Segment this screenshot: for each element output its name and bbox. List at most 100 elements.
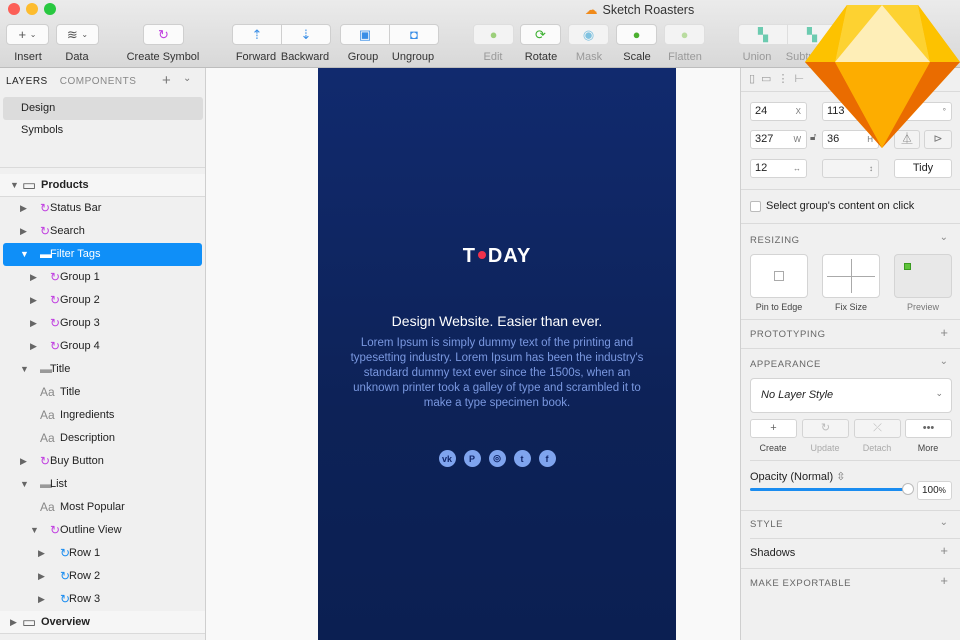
- artboard-icon: ▭: [22, 177, 37, 194]
- layer-row[interactable]: ▶ ↻ Row 2: [0, 565, 205, 588]
- data-button[interactable]: ≋ ⌄: [56, 24, 99, 45]
- disclosure-collapsed-icon[interactable]: ▶: [10, 611, 17, 634]
- page-symbols[interactable]: Symbols: [3, 119, 203, 142]
- disclosure-collapsed-icon[interactable]: ▶: [20, 220, 27, 243]
- tab-components[interactable]: COMPONENTS: [60, 76, 137, 87]
- vertical-spacing-field[interactable]: ↕: [822, 159, 879, 178]
- pin-to-edge-control[interactable]: [750, 254, 808, 298]
- width-field[interactable]: 327 W: [750, 130, 807, 149]
- edit-button[interactable]: ●: [473, 24, 514, 45]
- disclosure-expanded-icon[interactable]: ▼: [20, 243, 29, 266]
- pinterest-icon[interactable]: P: [463, 450, 481, 467]
- data-label: Data: [65, 51, 89, 63]
- add-export-icon[interactable]: +: [940, 573, 948, 588]
- add-page-icon[interactable]: +: [162, 72, 171, 89]
- artboard-products[interactable]: T DAY Design Website. Easier than ever. L…: [318, 68, 676, 640]
- chevron-down-icon[interactable]: ⌄: [940, 232, 948, 243]
- group-button[interactable]: ▣: [340, 24, 390, 45]
- tidy-button[interactable]: Tidy: [894, 159, 952, 178]
- create-style-button[interactable]: +: [750, 419, 797, 438]
- disclosure-collapsed-icon[interactable]: ▶: [38, 588, 45, 611]
- opacity-blend-selector[interactable]: Opacity (Normal) ⇳: [750, 470, 845, 483]
- symbol-icon: ↻: [50, 523, 61, 537]
- add-prototyping-icon[interactable]: +: [940, 325, 948, 340]
- disclosure-expanded-icon[interactable]: ▼: [10, 174, 19, 197]
- layer-row[interactable]: ▶ ↻ Group 2: [0, 289, 205, 312]
- layer-row[interactable]: ▼ ▬ Filter Tags: [3, 243, 202, 266]
- scale-button[interactable]: ●: [616, 24, 657, 45]
- disclosure-expanded-icon[interactable]: ▼: [20, 358, 29, 381]
- x-field[interactable]: 24 X: [750, 102, 807, 121]
- page-design[interactable]: Design: [3, 97, 203, 120]
- disclosure-collapsed-icon[interactable]: ▶: [38, 542, 45, 565]
- minimize-window-button[interactable]: [26, 3, 38, 15]
- disclosure-expanded-icon[interactable]: ▼: [20, 473, 29, 496]
- layer-row[interactable]: ▼ ▬ Title: [0, 358, 205, 381]
- disclosure-collapsed-icon[interactable]: ▶: [38, 565, 45, 588]
- opacity-slider[interactable]: [750, 483, 914, 495]
- more-icon: •••: [922, 422, 935, 434]
- layer-row[interactable]: ▶ ▭ Overview: [0, 611, 205, 634]
- layer-row[interactable]: ▶ ↻ Search: [0, 220, 205, 243]
- disclosure-collapsed-icon[interactable]: ▶: [30, 312, 37, 335]
- layer-row[interactable]: ▶ ↻ Status Bar: [0, 197, 205, 220]
- more-style-button[interactable]: •••: [905, 419, 952, 438]
- logo-text-left: T: [462, 245, 476, 267]
- rotate-button[interactable]: ⟳: [520, 24, 561, 45]
- symbol-icon: ↻: [40, 224, 51, 238]
- chevron-down-icon[interactable]: ⌄: [940, 517, 948, 528]
- layer-row[interactable]: ▼ ▭ Products: [0, 174, 205, 197]
- layer-style-dropdown[interactable]: No Layer Style ⌄: [750, 378, 952, 413]
- layer-row[interactable]: ▶ ↻ Group 1: [0, 266, 205, 289]
- select-group-content-checkbox[interactable]: [750, 201, 761, 212]
- layer-row[interactable]: ▶ ↻ Row 3: [0, 588, 205, 611]
- disclosure-expanded-icon[interactable]: ▼: [30, 519, 39, 542]
- facebook-icon[interactable]: f: [538, 450, 556, 467]
- mask-button[interactable]: ◉: [568, 24, 609, 45]
- text-layer-icon: Aa: [40, 408, 55, 422]
- disclosure-collapsed-icon[interactable]: ▶: [20, 450, 27, 473]
- tab-layers[interactable]: LAYERS: [6, 76, 48, 87]
- spacing-field[interactable]: 12 ↔: [750, 159, 807, 178]
- instagram-icon[interactable]: ◎: [488, 450, 506, 467]
- disclosure-collapsed-icon[interactable]: ▶: [30, 266, 37, 289]
- detach-style-button[interactable]: ⤫: [854, 419, 901, 438]
- layer-row[interactable]: Aa Ingredients: [0, 404, 205, 427]
- edit-label: Edit: [483, 51, 503, 63]
- layer-name: Buy Button: [50, 455, 104, 467]
- layer-row[interactable]: ▶ ↻ Row 1: [0, 542, 205, 565]
- chevron-down-icon[interactable]: ⌄: [183, 73, 191, 84]
- add-shadow-icon[interactable]: +: [940, 543, 948, 558]
- union-button[interactable]: ▚: [738, 24, 788, 45]
- layer-row[interactable]: ▶ ↻ Group 3: [0, 312, 205, 335]
- update-style-button[interactable]: ↻: [802, 419, 849, 438]
- fix-size-control[interactable]: [822, 254, 880, 298]
- layer-row[interactable]: ▶ ↻ Group 4: [0, 335, 205, 358]
- align-icon[interactable]: ▯▭⋮⊢: [749, 73, 810, 85]
- layer-row[interactable]: Aa Most Popular: [0, 496, 205, 519]
- opacity-slider-knob[interactable]: [902, 483, 914, 495]
- ungroup-button[interactable]: ◘: [389, 24, 439, 45]
- layer-name: Description: [60, 432, 116, 444]
- layer-row[interactable]: Aa Description: [0, 427, 205, 450]
- disclosure-collapsed-icon[interactable]: ▶: [30, 289, 37, 312]
- chevron-down-icon[interactable]: ⌄: [940, 356, 948, 367]
- text-layer-icon: Aa: [40, 500, 55, 514]
- close-window-button[interactable]: [8, 3, 20, 15]
- zoom-window-button[interactable]: [44, 3, 56, 15]
- layer-row[interactable]: ▶ ↻ Buy Button: [0, 450, 205, 473]
- twitter-icon[interactable]: t: [513, 450, 531, 467]
- divider: [741, 510, 960, 511]
- disclosure-collapsed-icon[interactable]: ▶: [20, 197, 27, 220]
- layer-row[interactable]: ▼ ↻ Outline View: [0, 519, 205, 542]
- flatten-button[interactable]: ●: [664, 24, 705, 45]
- opacity-field[interactable]: 100%: [917, 481, 952, 500]
- backward-button[interactable]: ⇣: [281, 24, 331, 45]
- insert-button[interactable]: + ⌄: [6, 24, 49, 45]
- disclosure-collapsed-icon[interactable]: ▶: [30, 335, 37, 358]
- create-symbol-button[interactable]: ↻: [143, 24, 184, 45]
- layer-row[interactable]: ▼ ▬ List: [0, 473, 205, 496]
- vk-icon[interactable]: vk: [438, 450, 456, 467]
- layer-row[interactable]: Aa Title: [0, 381, 205, 404]
- forward-button[interactable]: ⇡: [232, 24, 282, 45]
